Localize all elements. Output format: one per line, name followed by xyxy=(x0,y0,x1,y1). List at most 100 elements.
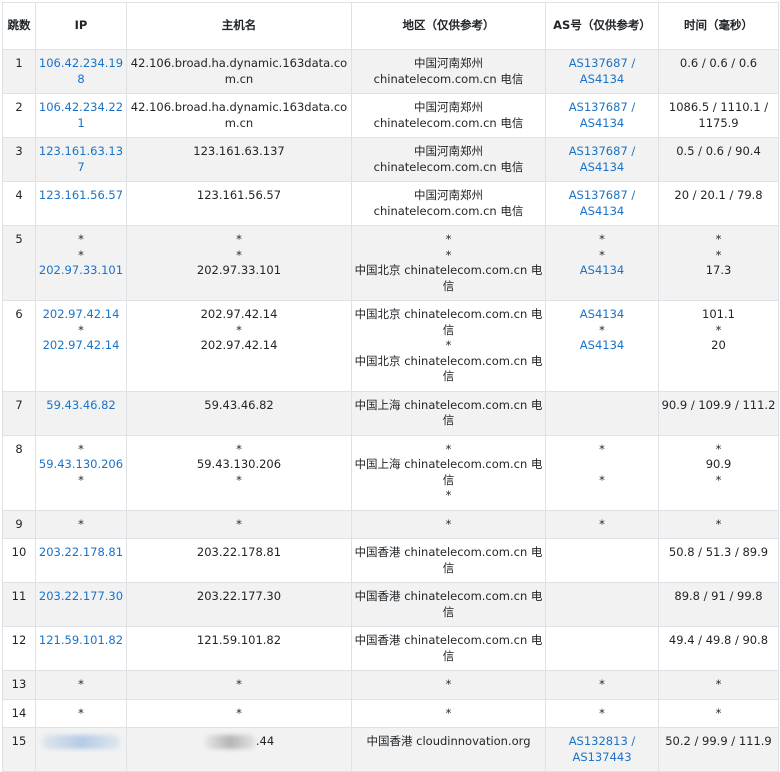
time-value: 1086.5 / 1110.1 / 1175.9 xyxy=(668,100,769,130)
hop-cell: 13 xyxy=(2,670,36,700)
region-value: * xyxy=(445,232,452,246)
as-value: * xyxy=(599,705,605,720)
region-value: * xyxy=(445,488,452,502)
as-cell: AS137687 / AS4134 xyxy=(545,49,659,94)
region-cell: * xyxy=(351,698,546,728)
hostname-cell: 203.22.178.81 xyxy=(126,538,352,583)
hop-cell: 14 xyxy=(2,698,36,728)
region-value: 中国河南郑州 chinatelecom.com.cn 电信 xyxy=(373,56,524,86)
ip-link[interactable]: 203.22.178.81 xyxy=(38,545,124,561)
host-value: * xyxy=(236,322,242,337)
time-cell: * 90.9 * xyxy=(658,434,779,511)
as-link[interactable]: AS4134 xyxy=(548,307,656,323)
hostname-cell: 59.43.46.82 xyxy=(126,390,352,436)
host-value: 202.97.42.14 xyxy=(200,307,278,321)
hostname-cell: 203.22.177.30 xyxy=(126,582,352,627)
as-link[interactable]: AS4134 xyxy=(548,338,656,354)
as-value: * xyxy=(599,441,605,456)
time-cell: * xyxy=(658,698,779,728)
host-value: 59.43.46.82 xyxy=(204,397,274,412)
ip-link[interactable]: 202.97.42.14 xyxy=(38,338,124,354)
header-time: 时间（毫秒） xyxy=(658,2,779,50)
ip-cell: 202.97.42.14 * 202.97.42.14 xyxy=(35,300,127,392)
ip-cell: * xyxy=(35,698,127,728)
time-cell: * xyxy=(658,509,779,539)
ip-link[interactable]: 121.59.101.82 xyxy=(38,633,124,649)
ip-link[interactable]: 59.43.46.82 xyxy=(38,398,124,414)
region-cell: 中国香港 chinatelecom.com.cn 电信 xyxy=(351,538,546,583)
hop-cell: 9 xyxy=(2,509,36,539)
table-row: 12 121.59.101.82 121.59.101.82 中国香港 chinate… xyxy=(2,626,779,671)
time-value: 0.6 / 0.6 / 0.6 xyxy=(679,56,758,70)
host-value: * xyxy=(236,516,242,531)
region-cell: 中国河南郑州 chinatelecom.com.cn 电信 xyxy=(351,49,546,94)
ip-cell: * * 202.97.33.101 xyxy=(35,225,127,301)
table-row: 4 123.161.56.57 123.161.56.57 中国河南郑州 chinat… xyxy=(2,181,779,226)
region-value: 中国香港 cloudinnovation.org xyxy=(366,734,531,748)
as-link[interactable]: AS137687 / AS4134 xyxy=(548,100,656,131)
ip-value xyxy=(38,734,124,750)
as-cell: AS132813 / AS137443 xyxy=(545,727,659,772)
region-cell: * xyxy=(351,509,546,539)
region-value: 中国北京 chinatelecom.com.cn 电信 xyxy=(354,307,543,337)
hostname-cell: 202.97.42.14 * 202.97.42.14 xyxy=(126,300,352,392)
as-link[interactable]: AS137687 / AS4134 xyxy=(548,56,656,87)
as-link[interactable]: AS132813 / AS137443 xyxy=(548,734,656,765)
region-cell: 中国香港 cloudinnovation.org xyxy=(351,727,546,772)
hop-cell: 10 xyxy=(2,538,36,583)
hop-cell: 4 xyxy=(2,181,36,226)
host-value: 59.43.130.206 xyxy=(196,457,282,471)
region-value: 中国上海 chinatelecom.com.cn 电信 xyxy=(354,397,543,428)
ip-value: * xyxy=(78,705,84,720)
hostname-cell: * xyxy=(126,698,352,728)
host-value: * xyxy=(236,232,242,246)
as-cell: * * xyxy=(545,434,659,511)
ip-link[interactable]: 202.97.42.14 xyxy=(38,307,124,323)
as-value: * xyxy=(599,677,605,691)
as-value xyxy=(548,633,656,649)
ip-link[interactable]: 202.97.33.101 xyxy=(38,263,124,279)
header-hop: 跳数 xyxy=(2,2,36,50)
as-link[interactable]: AS137687 / AS4134 xyxy=(548,144,656,175)
table-body: 1 106.42.234.198 42.106.broad.ha.dynamic.1… xyxy=(2,49,779,772)
redacted-hostname-mask xyxy=(203,734,256,749)
as-cell xyxy=(545,390,659,436)
region-cell: 中国河南郑州 chinatelecom.com.cn 电信 xyxy=(351,137,546,182)
table-row: 1 106.42.234.198 42.106.broad.ha.dynamic.1… xyxy=(2,49,779,94)
time-value: 0.5 / 0.6 / 90.4 xyxy=(676,144,761,158)
time-value: * xyxy=(715,677,722,691)
time-cell: 101.1 * 20 xyxy=(658,300,779,392)
ip-link[interactable]: 59.43.130.206 xyxy=(38,457,124,473)
ip-link[interactable]: 106.42.234.221 xyxy=(38,100,124,131)
ip-cell: 203.22.178.81 xyxy=(35,538,127,583)
as-value: * xyxy=(599,516,605,531)
ip-value: * xyxy=(78,472,84,487)
time-value: 49.4 / 49.8 / 90.8 xyxy=(668,633,769,647)
ip-link[interactable]: 123.161.63.137 xyxy=(38,144,124,175)
table-row: 11 203.22.177.30 203.22.177.30 中国香港 chinate… xyxy=(2,582,779,627)
hostname-cell: * xyxy=(126,670,352,700)
ip-link[interactable]: 106.42.234.198 xyxy=(38,56,124,87)
as-link[interactable]: AS4134 xyxy=(548,263,656,279)
time-value: * xyxy=(715,705,722,720)
as-cell xyxy=(545,582,659,627)
region-cell: 中国北京 chinatelecom.com.cn 电信 * 中国北京 chinate… xyxy=(351,300,546,392)
as-link[interactable]: AS137687 / AS4134 xyxy=(548,188,656,219)
region-cell: 中国上海 chinatelecom.com.cn 电信 xyxy=(351,390,546,436)
header-hostname: 主机名 xyxy=(126,2,352,50)
time-value: 17.3 xyxy=(705,263,732,277)
ip-link[interactable]: 123.161.56.57 xyxy=(38,188,124,204)
as-value xyxy=(548,589,656,605)
hostname-cell: * 59.43.130.206 * xyxy=(126,434,352,511)
ip-link[interactable]: 203.22.177.30 xyxy=(38,589,124,605)
table-row: 15 .44 中国香港 cloudinnovation.org AS132813 / … xyxy=(2,727,779,772)
time-value: 20 / 20.1 / 79.8 xyxy=(674,188,763,202)
region-cell: 中国河南郑州 chinatelecom.com.cn 电信 xyxy=(351,181,546,226)
time-value: * xyxy=(715,472,722,487)
table-row: 6 202.97.42.14 * 202.97.42.14 202.97.42.14 * 2… xyxy=(2,300,779,392)
table-row: 9 * * * * * xyxy=(2,509,779,539)
region-value: * xyxy=(445,247,452,262)
region-value: * xyxy=(445,516,452,531)
region-value: 中国香港 chinatelecom.com.cn 电信 xyxy=(354,589,543,619)
region-value: * xyxy=(445,338,452,352)
